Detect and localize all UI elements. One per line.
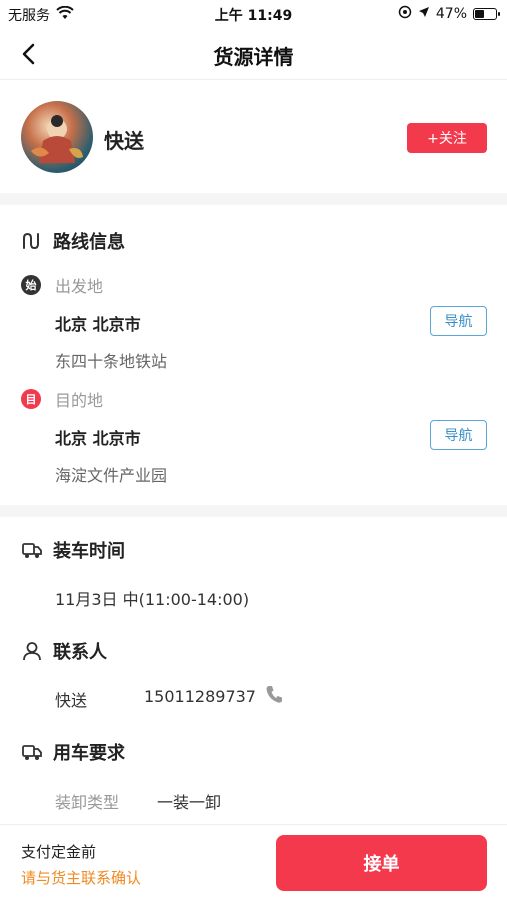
origin-navigate-button[interactable]: 导航 [430, 306, 487, 336]
phone-icon[interactable] [265, 684, 283, 708]
shipper-profile: 快送 +关注 [0, 81, 507, 193]
section-divider [0, 193, 507, 205]
contact-title: 联系人 [53, 642, 107, 663]
origin-city: 北京 北京市 [55, 315, 141, 334]
route-title: 路线信息 [53, 232, 125, 253]
destination-label: 目的地 [55, 391, 104, 410]
accept-order-button[interactable]: 接单 [276, 835, 487, 891]
shipper-name: 快送 [104, 129, 144, 153]
destination-badge: 目 [21, 389, 41, 409]
route-icon [23, 232, 39, 250]
origin-badge: 始 [21, 275, 41, 295]
destination-address: 海淀文件产业园 [55, 466, 168, 485]
truck-icon [22, 543, 42, 558]
truck-icon [22, 745, 42, 760]
bottom-bar: 支付定金前 请与货主联系确认 接单 [0, 824, 507, 900]
arrow-icon [418, 6, 430, 22]
vehicle-title: 用车要求 [53, 743, 125, 764]
nav-bar: 货源详情 [0, 28, 507, 80]
contact-name: 快送 [55, 691, 88, 710]
loading-title: 装车时间 [53, 541, 125, 562]
confirm-note: 请与货主联系确认 [21, 869, 142, 887]
battery-icon [473, 8, 500, 20]
destination-city: 北京 北京市 [55, 429, 141, 448]
page-title: 货源详情 [213, 45, 294, 69]
follow-button[interactable]: +关注 [407, 123, 487, 153]
battery-percent: 47% [435, 6, 467, 22]
section-divider [0, 505, 507, 517]
origin-label: 出发地 [55, 277, 104, 296]
avatar[interactable] [21, 101, 93, 173]
status-bar: 无服务 上午 11:49 47% [0, 0, 507, 28]
contact-phone: 15011289737 [144, 687, 256, 706]
origin-address: 东四十条地铁站 [55, 352, 168, 371]
loading-type-value: 一装一卸 [157, 793, 222, 812]
person-icon [23, 642, 41, 661]
loading-header: 装车时间 [21, 537, 125, 563]
loading-type-label: 装卸类型 [55, 793, 120, 812]
location-icon [398, 5, 412, 23]
destination-row: 目 目的地 [21, 387, 103, 411]
pay-note: 支付定金前 [21, 843, 97, 861]
contact-header: 联系人 [21, 638, 107, 664]
loading-time-value: 11月3日 中(11:00-14:00) [55, 590, 250, 609]
vehicle-header: 用车要求 [21, 739, 125, 765]
route-header: 路线信息 [21, 228, 125, 254]
destination-navigate-button[interactable]: 导航 [430, 420, 487, 450]
status-right: 47% [398, 5, 500, 23]
origin-row: 始 出发地 [21, 273, 103, 297]
